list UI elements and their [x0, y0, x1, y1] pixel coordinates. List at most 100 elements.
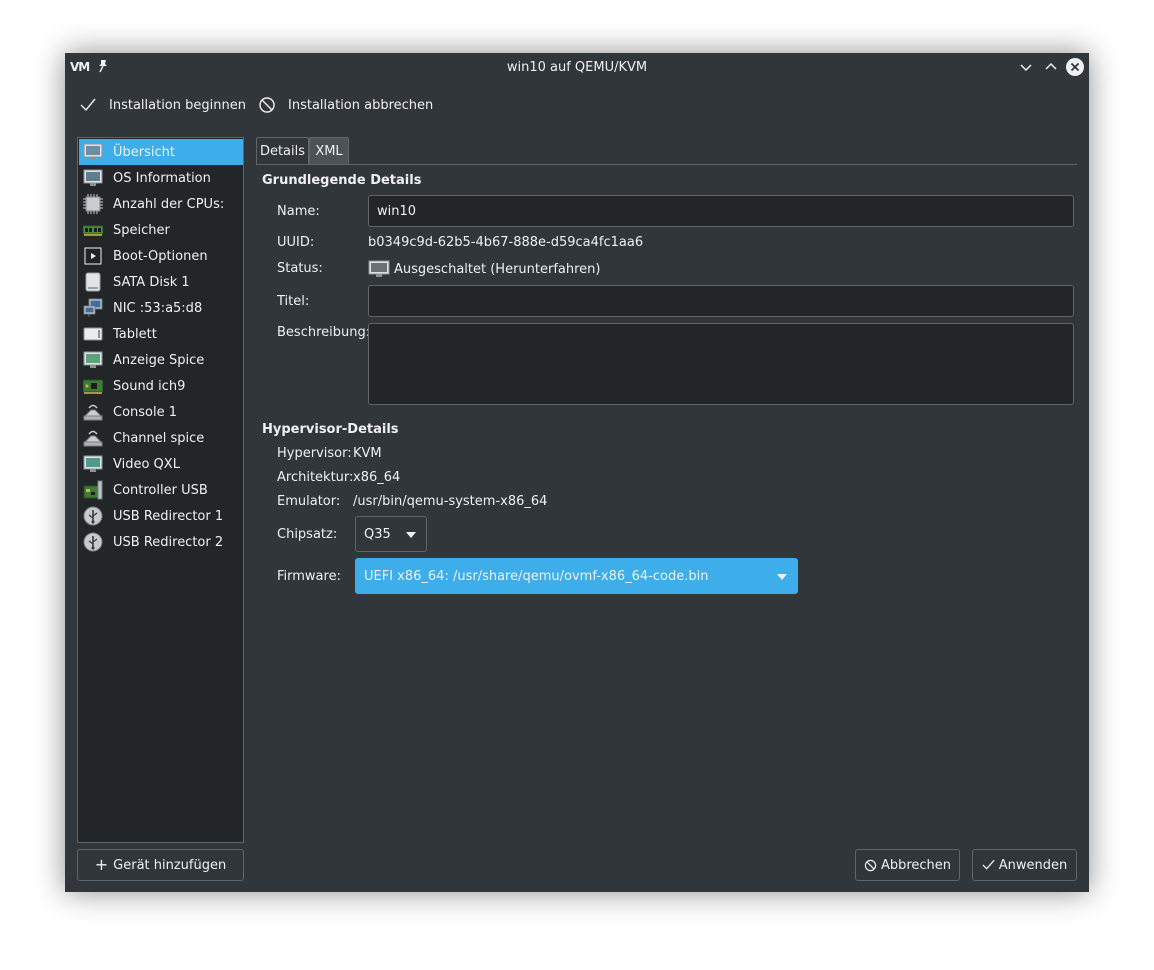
- sidebar-item-label: Console 1: [113, 404, 178, 420]
- sidebar-item-overview[interactable]: Übersicht: [79, 139, 243, 165]
- sidebar-item-usb-redirector-2[interactable]: USB Redirector 2: [79, 529, 243, 555]
- chipset-select[interactable]: Q35: [355, 516, 427, 552]
- boot-options-icon: [84, 247, 102, 265]
- hypervisor-label: Hypervisor:: [277, 446, 352, 461]
- add-device-button[interactable]: + Gerät hinzufügen: [77, 849, 244, 881]
- cpu-chip-icon: [83, 194, 103, 214]
- sidebar-item-boot-options[interactable]: Boot-Optionen: [79, 243, 243, 269]
- firmware-selected-value: UEFI x86_64: /usr/share/qemu/ovmf-x86_64…: [364, 568, 709, 584]
- sidebar-item-label: USB Redirector 1: [113, 508, 224, 524]
- status-label: Status:: [277, 261, 323, 276]
- name-label: Name:: [277, 204, 320, 219]
- sidebar-item-os-information[interactable]: OS Information: [79, 165, 243, 191]
- memory-ram-icon: [83, 225, 103, 236]
- os-info-icon: [83, 169, 103, 186]
- status-text: Ausgeschaltet (Herunterfahren): [394, 261, 601, 277]
- architecture-value: x86_64: [353, 470, 401, 485]
- video-icon: [83, 455, 103, 472]
- sidebar-item-memory[interactable]: Speicher: [79, 217, 243, 243]
- sidebar-item-sound[interactable]: Sound ich9: [79, 373, 243, 399]
- emulator-value: /usr/bin/qemu-system-x86_64: [353, 494, 548, 509]
- sidebar-item-sata-disk[interactable]: SATA Disk 1: [79, 269, 243, 295]
- sidebar-item-label: Sound ich9: [113, 378, 186, 394]
- sidebar-item-label: Tablett: [113, 326, 157, 342]
- firmware-select[interactable]: UEFI x86_64: /usr/share/qemu/ovmf-x86_64…: [355, 558, 798, 594]
- hypervisor-details-heading: Hypervisor-Details: [262, 422, 399, 437]
- usb-icon: [83, 532, 103, 552]
- window-title: win10 auf QEMU/KVM: [506, 60, 648, 75]
- network-card-icon: [83, 298, 103, 317]
- usb-icon: [83, 506, 103, 526]
- display-icon: [83, 351, 103, 368]
- hardware-list[interactable]: Übersicht OS Information Anzahl der CPUs…: [77, 137, 244, 843]
- sidebar-item-label: NIC :53:a5:d8: [113, 300, 203, 316]
- sidebar-item-label: Speicher: [113, 222, 170, 238]
- title-label: Titel:: [277, 294, 310, 309]
- cancel-button[interactable]: Abbrechen: [855, 849, 960, 881]
- sidebar-item-label: Anzeige Spice: [113, 352, 205, 368]
- title-bar[interactable]: VM win10 auf QEMU/KVM: [65, 53, 1089, 81]
- sidebar-item-usb-redirector-1[interactable]: USB Redirector 1: [79, 503, 243, 529]
- description-label: Beschreibung:: [277, 325, 371, 340]
- add-device-label: Gerät hinzufügen: [113, 857, 227, 873]
- sidebar-item-label: Übersicht: [113, 144, 175, 160]
- sidebar-item-label: Anzahl der CPUs:: [113, 196, 225, 212]
- chevron-down-icon: [777, 574, 787, 580]
- disk-icon: [85, 272, 101, 292]
- description-textarea[interactable]: [368, 323, 1074, 405]
- sidebar-item-display-spice[interactable]: Anzeige Spice: [79, 347, 243, 373]
- sidebar-item-cpus[interactable]: Anzahl der CPUs:: [79, 191, 243, 217]
- hypervisor-value: KVM: [353, 446, 382, 461]
- abort-install-label: Installation abbrechen: [288, 97, 434, 113]
- uuid-value: b0349c9d-62b5-4b67-888e-d59ca4fc1aa6: [368, 235, 644, 250]
- dialog-window: VM win10 auf QEMU/KVM Installation begin…: [65, 53, 1089, 892]
- sidebar-item-label: Boot-Optionen: [113, 248, 208, 264]
- tab-details[interactable]: Details: [256, 137, 309, 165]
- abort-install-button[interactable]: Installation abbrechen: [258, 94, 433, 116]
- sidebar-item-label: SATA Disk 1: [113, 274, 190, 290]
- sidebar-item-nic[interactable]: NIC :53:a5:d8: [79, 295, 243, 321]
- sidebar-item-console[interactable]: Console 1: [79, 399, 243, 425]
- apply-button[interactable]: Anwenden: [972, 849, 1077, 881]
- chevron-down-icon: [406, 532, 416, 538]
- name-input[interactable]: [368, 195, 1074, 227]
- close-icon[interactable]: [1066, 58, 1084, 76]
- architecture-label: Architektur:: [277, 470, 354, 485]
- toolbar: Installation beginnen Installation abbre…: [65, 81, 1089, 129]
- tablet-icon: [83, 327, 103, 341]
- sidebar-item-label: OS Information: [113, 170, 211, 186]
- controller-icon: [83, 480, 103, 500]
- begin-install-label: Installation beginnen: [109, 97, 246, 113]
- overview-monitor-icon: [83, 143, 103, 160]
- plus-icon: +: [94, 855, 109, 874]
- begin-install-button[interactable]: Installation beginnen: [79, 94, 246, 116]
- sidebar-item-controller[interactable]: Controller USB: [79, 477, 243, 503]
- maximize-chevron-icon[interactable]: [1042, 58, 1060, 76]
- sidebar-item-channel[interactable]: Channel spice: [79, 425, 243, 451]
- sidebar-item-tablet[interactable]: Tablett: [79, 321, 243, 347]
- uuid-label: UUID:: [277, 235, 315, 250]
- checkmark-icon: [982, 859, 995, 870]
- status-value: Ausgeschaltet (Herunterfahren): [368, 259, 600, 279]
- sidebar-item-label: USB Redirector 2: [113, 534, 224, 550]
- basic-details-heading: Grundlegende Details: [262, 173, 422, 188]
- minimize-chevron-icon[interactable]: [1017, 58, 1035, 76]
- cancel-circle-icon: [259, 97, 275, 113]
- title-input[interactable]: [368, 285, 1074, 317]
- tab-divider: [256, 164, 1077, 165]
- sound-card-icon: [83, 379, 103, 394]
- emulator-label: Emulator:: [277, 494, 341, 509]
- sidebar-item-label: Controller USB: [113, 482, 208, 498]
- sidebar-item-label: Channel spice: [113, 430, 205, 446]
- checkmark-icon: [80, 98, 96, 112]
- sidebar-item-video[interactable]: Video QXL: [79, 451, 243, 477]
- firmware-label: Firmware:: [277, 569, 341, 584]
- console-icon: [83, 404, 103, 421]
- apply-label: Anwenden: [998, 857, 1068, 873]
- tab-xml[interactable]: XML: [309, 137, 349, 165]
- cancel-circle-icon: [864, 859, 877, 871]
- channel-icon: [83, 430, 103, 447]
- chipset-label: Chipsatz:: [277, 527, 338, 542]
- sidebar-item-label: Video QXL: [113, 456, 180, 472]
- cancel-label: Abbrechen: [880, 857, 952, 873]
